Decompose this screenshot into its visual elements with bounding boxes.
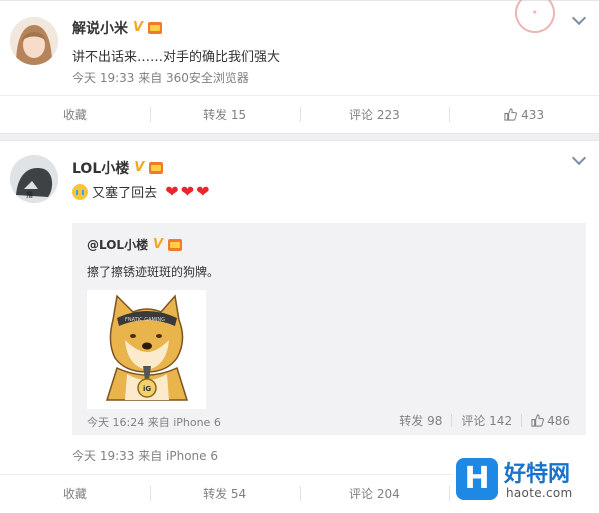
verified-v-icon: V [134,160,145,175]
chevron-down-icon[interactable] [571,10,587,26]
repost-button[interactable]: 转发 15 [149,96,300,133]
gift-badge-icon [168,238,183,251]
post-text: 又塞了回去 ❤ ❤ ❤ [72,182,210,201]
original-repost-count[interactable]: 转发 98 [399,412,442,429]
username[interactable]: 解说小米 V [72,18,162,38]
gift-badge-icon [149,162,164,174]
favorite-label: 收藏 [62,487,87,501]
post-meta[interactable]: 今天 19:33 来自 iPhone 6 [72,447,218,464]
weibo-post-1: 解说小米 V ✦ 讲不出话来……对手的确比我们强大 今天 19:33 来自 36… [0,0,599,134]
verified-v-icon: V [132,20,144,35]
watermark-url: haote.com [506,486,573,500]
original-author[interactable]: @LOL小楼 V [87,236,183,253]
avatar[interactable] [10,17,58,65]
username-text[interactable]: 解说小米 [72,18,128,38]
comment-button[interactable]: 评论 204 [299,475,450,512]
username[interactable]: LOL小楼 V [72,158,164,178]
reposted-content[interactable]: @LOL小楼 V 擦了擦锈迹斑斑的狗牌。 FNATIC GAMING iG 今天… [72,223,586,435]
repost-label: 转发 54 [203,487,247,501]
favorite-label: 收藏 [62,108,87,122]
comment-label: 评论 223 [349,108,400,122]
stamp-decoration: ✦ [510,0,560,38]
crying-emoji-icon [72,183,88,200]
thumb-up-icon[interactable] [531,414,545,427]
post-meta[interactable]: 今天 19:33 来自 360安全浏览器 [72,69,249,86]
heart-emoji-icon: ❤ [196,181,210,201]
original-post-meta[interactable]: 今天 16:24 来自 iPhone 6 [87,414,221,430]
site-watermark: H 好特网 haote.com [452,450,599,512]
chevron-down-icon[interactable] [571,150,587,166]
heart-emojis: ❤ ❤ ❤ [165,181,210,201]
like-count: 433 [521,107,545,122]
original-like-count[interactable]: 486 [547,414,570,428]
repost-label: 转发 15 [203,108,247,122]
original-post-text: 擦了擦锈迹斑斑的狗牌。 [87,265,220,279]
svg-text:撸: 撸 [26,190,33,199]
repost-button[interactable]: 转发 54 [149,475,300,512]
original-comment-count[interactable]: 评论 142 [461,412,512,429]
watermark-title: 好特网 [504,462,571,487]
avatar[interactable]: 撸 [10,155,58,203]
original-post-stats: 转发 98 评论 142 486 [399,412,570,429]
verified-v-icon: V [153,236,164,252]
like-button[interactable]: 433 [449,96,599,133]
username-text[interactable]: LOL小楼 [72,158,129,178]
heart-emoji-icon: ❤ [165,181,179,201]
watermark-logo: H [456,458,498,500]
doge-image[interactable]: FNATIC GAMING iG [87,290,206,409]
original-author-name[interactable]: @LOL小楼 [87,236,148,253]
post-text-content: 又塞了回去 [92,186,158,201]
action-bar: 收藏 转发 15 评论 223 433 [0,95,599,133]
comment-button[interactable]: 评论 223 [299,96,450,133]
gift-badge-icon [148,22,162,34]
favorite-button[interactable]: 收藏 [0,96,150,133]
comment-label: 评论 204 [349,487,400,501]
post-text: 讲不出话来……对手的确比我们强大 [72,50,281,65]
favorite-button[interactable]: 收藏 [0,475,150,512]
divider [451,414,453,427]
thumb-up-icon [504,108,518,121]
svg-text:FNATIC GAMING: FNATIC GAMING [125,317,165,323]
heart-emoji-icon: ❤ [180,181,195,201]
divider [521,414,523,427]
svg-text:iG: iG [143,385,151,393]
